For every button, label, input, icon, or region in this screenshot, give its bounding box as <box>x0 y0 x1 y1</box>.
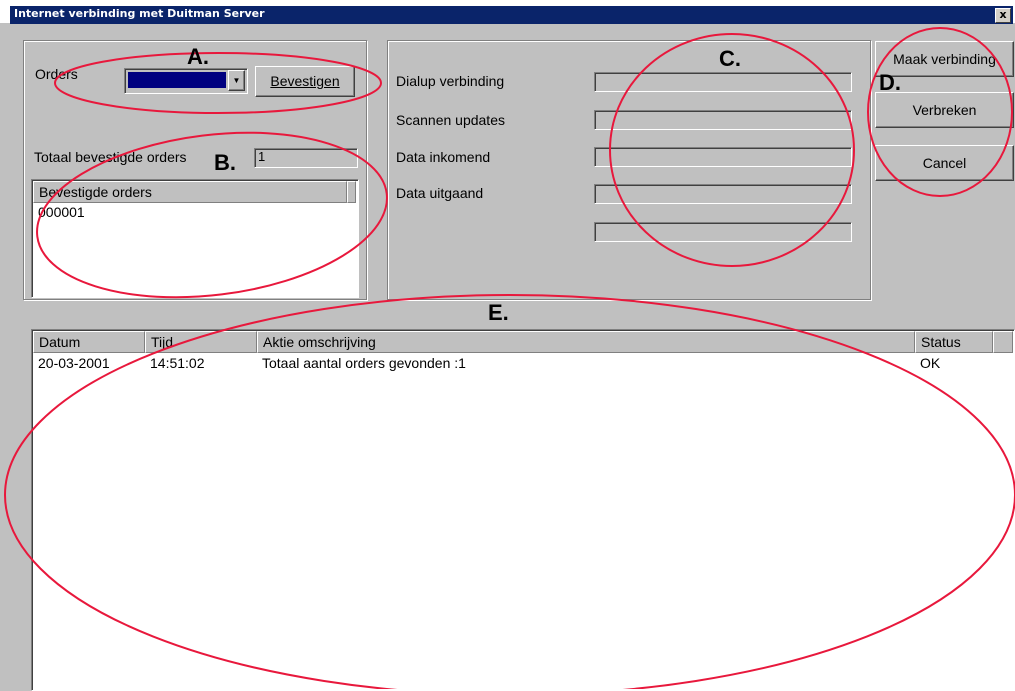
list-header[interactable]: Bevestigde orders <box>33 181 347 203</box>
status-label-scan: Scannen updates <box>396 112 505 128</box>
annotation-label-b: B. <box>214 150 236 175</box>
confirm-button-label: Bevestigen <box>270 73 340 89</box>
total-confirmed-label: Totaal bevestigde orders <box>34 149 187 165</box>
annotation-label-c: C. <box>719 46 741 71</box>
orders-label: Orders <box>35 66 78 82</box>
column-header-time[interactable]: Tijd <box>145 331 257 353</box>
progress-bar-dialup <box>594 72 852 92</box>
column-header-action[interactable]: Aktie omschrijving <box>257 331 915 353</box>
cell-status: OK <box>920 355 941 371</box>
status-label-out: Data uitgaand <box>396 185 484 201</box>
column-header-status[interactable]: Status <box>915 331 993 353</box>
column-header-filler <box>993 331 1013 353</box>
confirmed-orders-list[interactable]: Bevestigde orders 000001 <box>31 179 359 298</box>
total-confirmed-field: 1 <box>254 148 358 168</box>
column-header-date[interactable]: Datum <box>33 331 145 353</box>
status-label-dialup: Dialup verbinding <box>396 73 505 89</box>
log-list[interactable]: Datum Tijd Aktie omschrijving Status 20-… <box>31 329 1015 691</box>
progress-bar-in <box>594 147 852 167</box>
annotation-label-d: D. <box>879 70 901 95</box>
progress-bar-scan <box>594 110 852 130</box>
annotation-label-e: E. <box>488 300 509 325</box>
chevron-down-icon[interactable]: ▼ <box>228 70 245 91</box>
cell-date: 20-03-2001 <box>38 355 110 371</box>
status-label-in: Data inkomend <box>396 149 491 165</box>
close-icon: x <box>999 8 1007 21</box>
progress-bar-out <box>594 184 852 204</box>
window-title: Internet verbinding met Duitman Server <box>14 7 265 20</box>
cell-time: 14:51:02 <box>150 355 205 371</box>
cancel-button[interactable]: Cancel <box>875 145 1014 181</box>
total-confirmed-value: 1 <box>258 149 266 164</box>
orders-select[interactable]: ▼ <box>124 68 248 94</box>
close-button[interactable]: x <box>995 8 1011 23</box>
confirm-button[interactable]: Bevestigen <box>255 66 355 97</box>
disconnect-button[interactable]: Verbreken <box>875 92 1014 128</box>
annotation-label-a: A. <box>187 44 209 69</box>
cell-action: Totaal aantal orders gevonden :1 <box>262 355 466 371</box>
list-header-filler <box>347 181 356 203</box>
list-item[interactable]: 000001 <box>38 204 85 220</box>
orders-select-value <box>128 72 226 88</box>
progress-bar-extra <box>594 222 852 242</box>
